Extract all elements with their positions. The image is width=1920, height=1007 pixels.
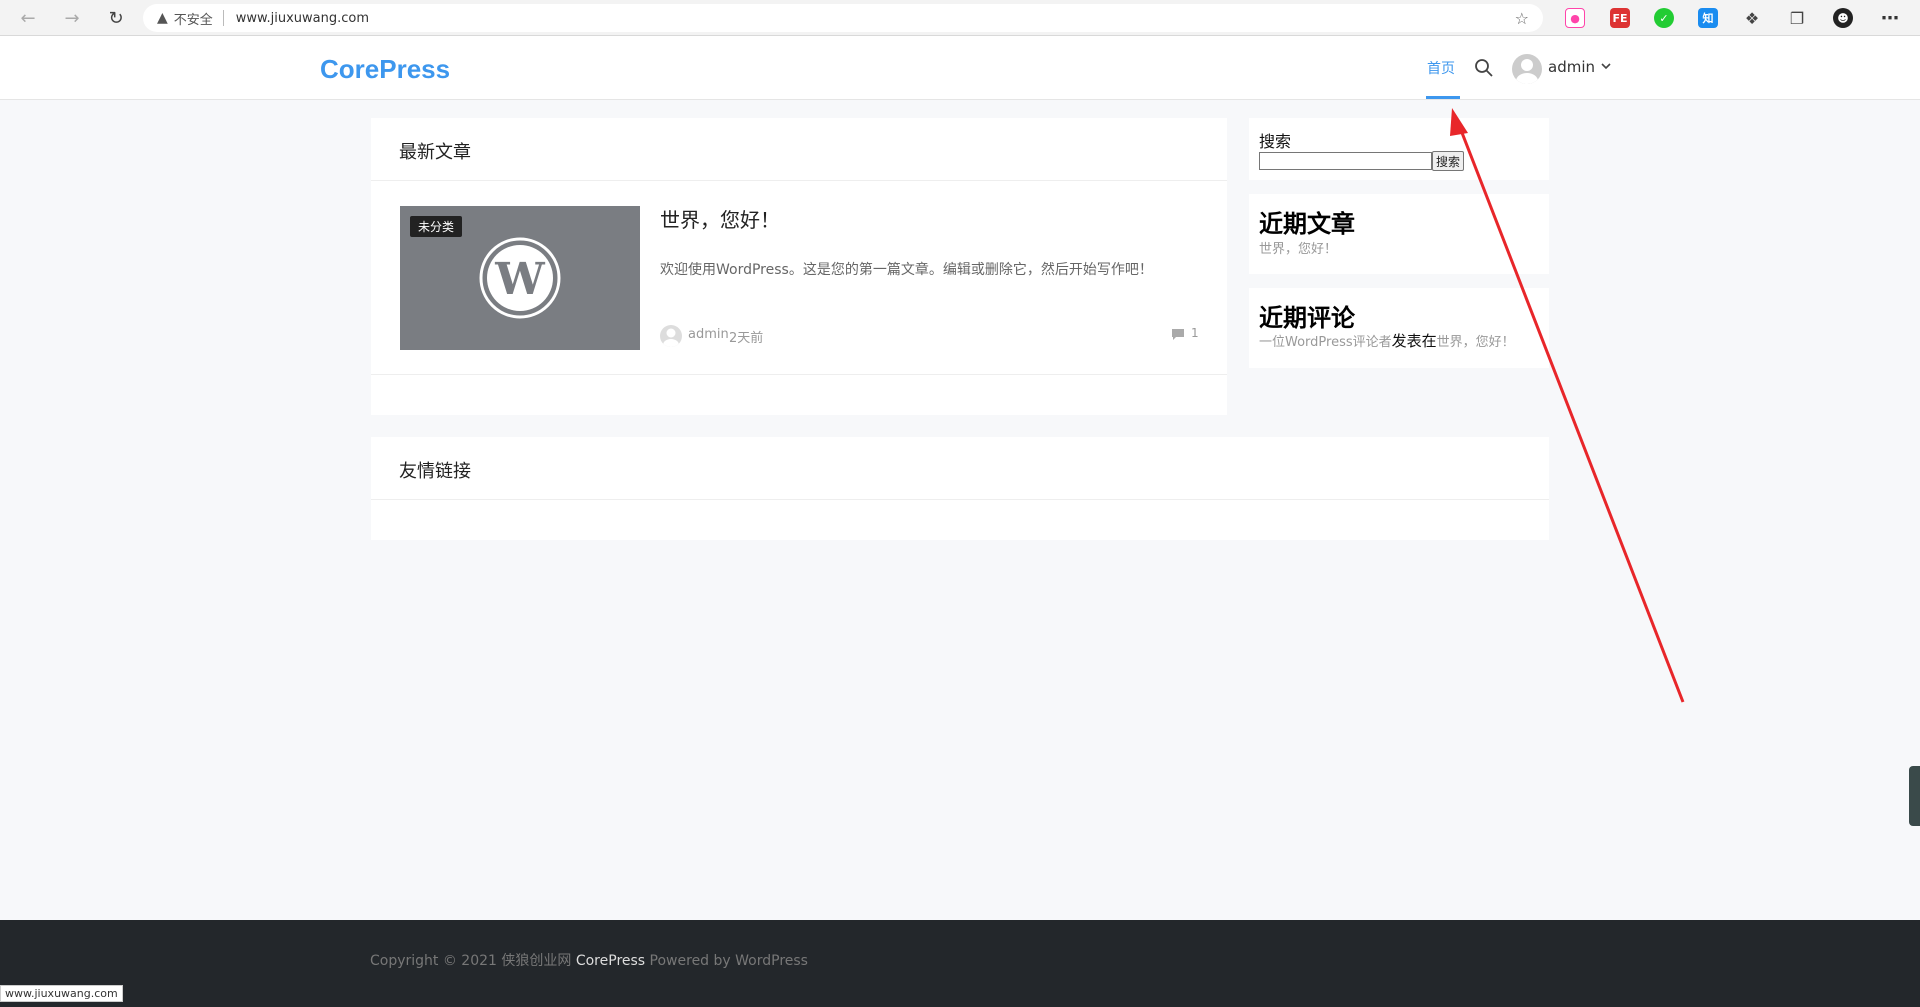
forward-icon[interactable]: →	[54, 0, 90, 36]
author-avatar-icon	[663, 328, 679, 347]
comment-count[interactable]: 1	[1191, 326, 1199, 340]
search-input[interactable]	[1259, 152, 1432, 170]
post-time: 2天前	[729, 331, 764, 346]
extension-zhihu-icon[interactable]: 知	[1698, 8, 1718, 28]
address-bar[interactable]: ▲ 不安全 www.jiuxuwang.com ☆	[143, 4, 1543, 32]
address-separator	[222, 10, 224, 26]
site-logo[interactable]: CorePress	[320, 54, 450, 85]
divider	[371, 374, 1227, 375]
user-avatar-icon	[1516, 59, 1538, 84]
friend-links-title: 友情链接	[399, 461, 471, 482]
comment-icon	[1172, 329, 1184, 340]
comment-author-link[interactable]: 一位WordPress评论者	[1259, 335, 1392, 350]
svg-text:W: W	[494, 254, 545, 305]
footer-brand-link[interactable]: CorePress	[576, 953, 645, 969]
search-icon[interactable]	[1474, 58, 1494, 78]
recent-posts-title: 近期文章	[1259, 210, 1355, 238]
more-menu-icon[interactable]: ⋯	[1880, 8, 1900, 29]
warning-icon: ▲	[157, 10, 168, 26]
recent-comments-widget: 近期评论 一位WordPress评论者发表在世界，您好！	[1249, 288, 1549, 368]
post-excerpt: 欢迎使用WordPress。这是您的第一篇文章。编辑或删除它，然后开始写作吧！	[660, 262, 1153, 278]
post-title[interactable]: 世界，您好！	[660, 204, 780, 233]
author-avatar	[660, 325, 682, 347]
nav-home-link[interactable]: 首页	[1427, 58, 1455, 78]
recent-post-link[interactable]: 世界，您好！	[1259, 238, 1337, 257]
collections-icon[interactable]: ❐	[1787, 8, 1807, 28]
insecure-label: 不安全	[173, 12, 213, 28]
site-header: CorePress 首页 admin	[0, 36, 1920, 100]
comment-connector: 发表在	[1391, 332, 1437, 350]
wordpress-logo-icon: W	[479, 237, 561, 319]
recent-comment: 一位WordPress评论者发表在世界，您好！	[1259, 330, 1515, 351]
extension-check-icon[interactable]: ✓	[1654, 8, 1674, 28]
comment-post-link[interactable]: 世界，您好！	[1437, 335, 1515, 350]
latest-posts-card: 最新文章 未分类 W 世界，您好！ 欢迎使用WordPress。这是您的第一篇文…	[371, 118, 1227, 415]
copyright-text: Copyright © 2021 侠狼创业网	[370, 953, 572, 969]
post-author[interactable]: admin	[688, 327, 729, 342]
recent-posts-widget: 近期文章 世界，您好！	[1249, 194, 1549, 274]
post-thumbnail[interactable]: 未分类 W	[400, 206, 640, 350]
url-text: www.jiuxuwang.com	[235, 10, 370, 26]
side-panel-handle[interactable]	[1909, 766, 1920, 826]
extension-cat-icon[interactable]: ●	[1565, 8, 1585, 28]
chevron-down-icon[interactable]	[1600, 60, 1612, 72]
search-widget: 搜索 搜索	[1249, 118, 1549, 180]
category-badge[interactable]: 未分类	[410, 216, 463, 237]
divider	[371, 180, 1227, 181]
extensions-puzzle-icon[interactable]: ❖	[1742, 8, 1762, 28]
recent-comments-title: 近期评论	[1259, 304, 1355, 332]
site-footer: Copyright © 2021 侠狼创业网 CorePress Powered…	[0, 920, 1920, 1007]
powered-by-text: Powered by WordPress	[649, 953, 808, 969]
browser-toolbar: ← → ↻ ▲ 不安全 www.jiuxuwang.com ☆ ● FE ✓ 知…	[0, 0, 1920, 36]
favorite-star-icon[interactable]: ☆	[1515, 9, 1529, 28]
back-icon[interactable]: ←	[10, 0, 46, 36]
divider	[371, 499, 1549, 500]
latest-posts-title: 最新文章	[399, 142, 471, 163]
search-widget-label: 搜索	[1259, 132, 1292, 151]
status-bar-url: www.jiuxuwang.com	[0, 985, 123, 1002]
nav-active-indicator	[1426, 96, 1460, 99]
friend-links-card: 友情链接	[371, 437, 1549, 540]
extension-fe-icon[interactable]: FE	[1610, 8, 1630, 28]
user-name[interactable]: admin	[1548, 58, 1595, 76]
user-avatar[interactable]	[1512, 54, 1542, 84]
search-button[interactable]: 搜索	[1432, 151, 1464, 171]
profile-avatar-icon[interactable]: ☻	[1833, 8, 1853, 28]
footer-text: Copyright © 2021 侠狼创业网 CorePress Powered…	[370, 950, 808, 970]
reload-icon[interactable]: ↻	[98, 0, 134, 36]
